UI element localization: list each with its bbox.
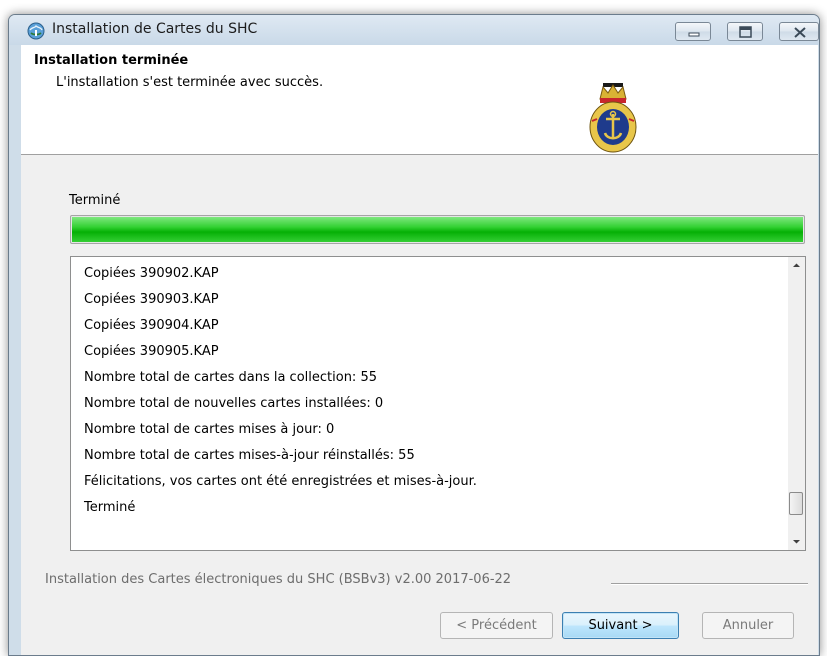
minimize-button[interactable] [675, 22, 711, 41]
maximize-icon [739, 26, 752, 38]
chs-crest-icon [588, 81, 638, 155]
back-button[interactable]: < Précédent [440, 612, 553, 639]
log-line: Copiées 390904.KAP [84, 318, 219, 333]
log-line: Félicitations, vos cartes ont été enregi… [84, 474, 477, 489]
log-line: Copiées 390903.KAP [84, 292, 219, 307]
log-scrollbar[interactable] [788, 257, 805, 550]
scroll-down-button[interactable] [788, 533, 805, 550]
progress-label: Terminé [69, 193, 121, 208]
window-title: Installation de Cartes du SHC [52, 21, 258, 37]
progress-bar [70, 215, 805, 244]
footer-divider [611, 583, 808, 585]
progress-fill [72, 217, 803, 242]
minimize-icon [688, 32, 700, 37]
scroll-thumb[interactable] [789, 492, 803, 515]
page-subtitle: L'installation s'est terminée avec succè… [56, 75, 324, 90]
log-lines: Copiées 390902.KAP Copiées 390903.KAP Copi… [84, 261, 774, 521]
log-line: Nombre total de nouvelles cartes install… [84, 396, 384, 411]
maximize-button[interactable] [727, 22, 763, 41]
title-bar[interactable]: Installation de Cartes du SHC [9, 15, 819, 45]
close-button[interactable] [779, 22, 819, 41]
wizard-content: Installation terminée L'installation s'e… [21, 45, 818, 655]
scroll-up-button[interactable] [788, 257, 805, 274]
desktop: Installation de Cartes du SHC Installati… [0, 0, 827, 656]
log-line: Terminé [84, 500, 136, 515]
log-line: Copiées 390902.KAP [84, 266, 219, 281]
next-button[interactable]: Suivant > [562, 612, 679, 639]
page-title: Installation terminée [34, 53, 189, 68]
installer-window: Installation de Cartes du SHC Installati… [8, 14, 820, 656]
log-line: Nombre total de cartes dans la collectio… [84, 370, 377, 385]
close-icon [794, 27, 806, 38]
chevron-up-icon [793, 263, 800, 267]
installer-globe-icon [27, 22, 45, 40]
log-line: Nombre total de cartes mises à jour: 0 [84, 422, 335, 437]
wizard-header: Installation terminée L'installation s'e… [21, 45, 818, 155]
cancel-button[interactable]: Annuler [702, 612, 794, 639]
chevron-down-icon [793, 540, 800, 544]
branding-text: Installation des Cartes électroniques du… [45, 572, 512, 587]
installation-log[interactable]: Copiées 390902.KAP Copiées 390903.KAP Copi… [70, 256, 806, 551]
log-line: Nombre total de cartes mises-à-jour réin… [84, 448, 415, 463]
log-line: Copiées 390905.KAP [84, 344, 219, 359]
